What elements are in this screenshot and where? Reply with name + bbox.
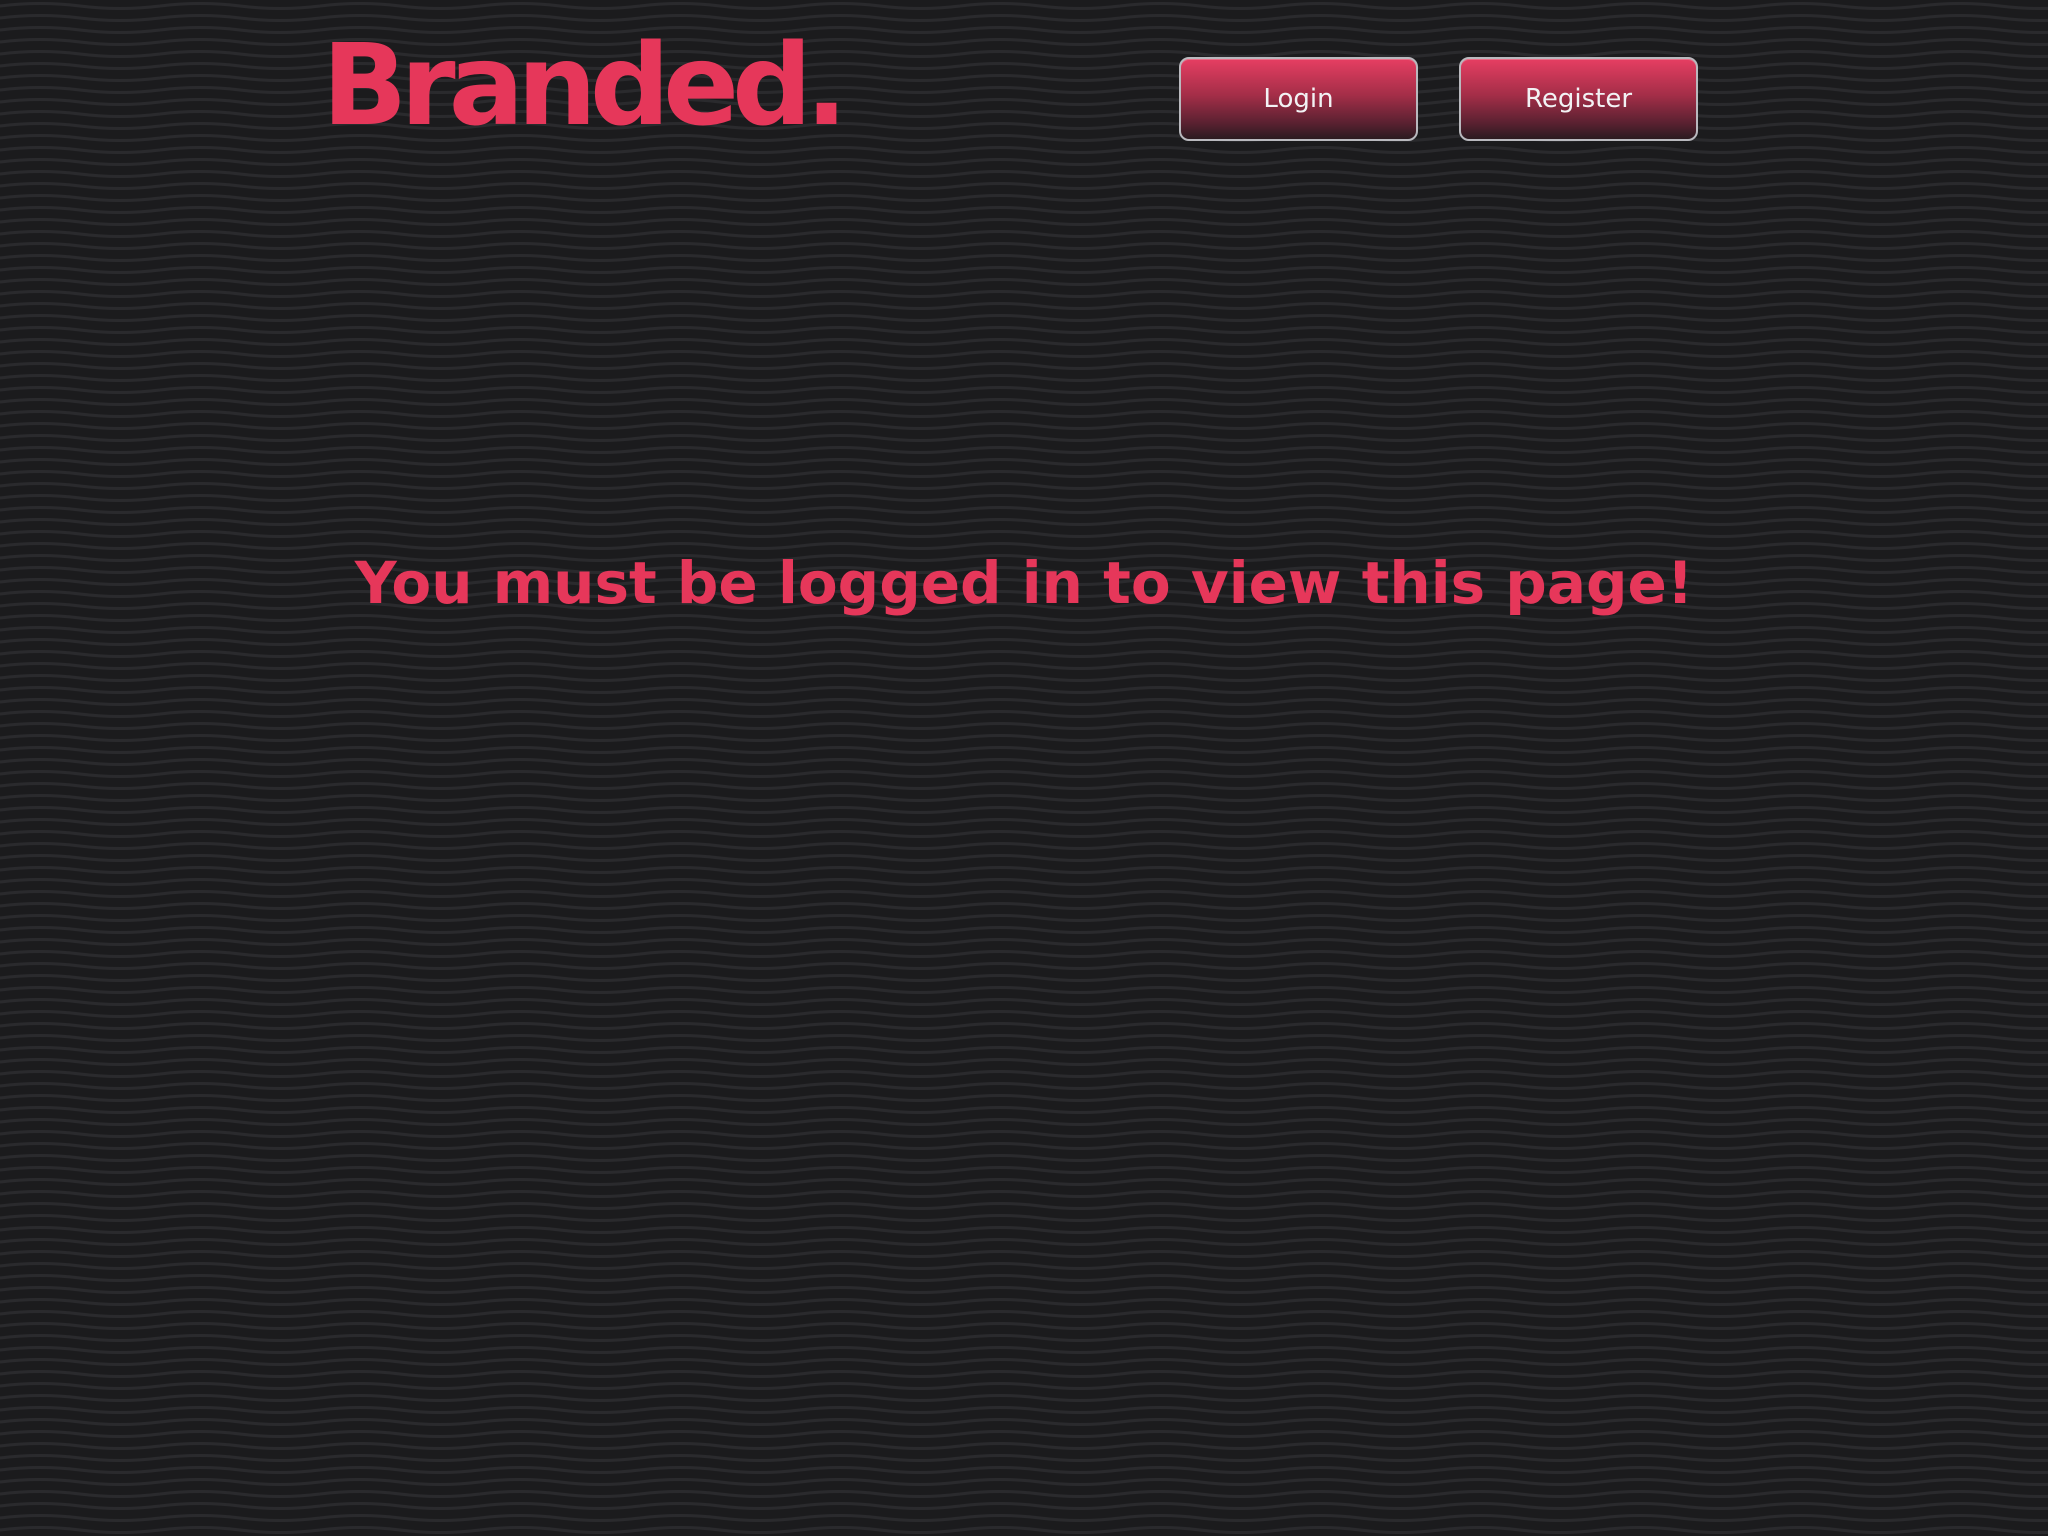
login-button[interactable]: Login (1179, 57, 1418, 141)
login-required-message: You must be logged in to view this page! (354, 548, 1694, 617)
brand-logo[interactable]: Branded. (322, 30, 848, 142)
register-button[interactable]: Register (1459, 57, 1698, 141)
wavy-background-pattern (0, 0, 2048, 1536)
site-header: Branded. Login Register (0, 0, 2048, 160)
